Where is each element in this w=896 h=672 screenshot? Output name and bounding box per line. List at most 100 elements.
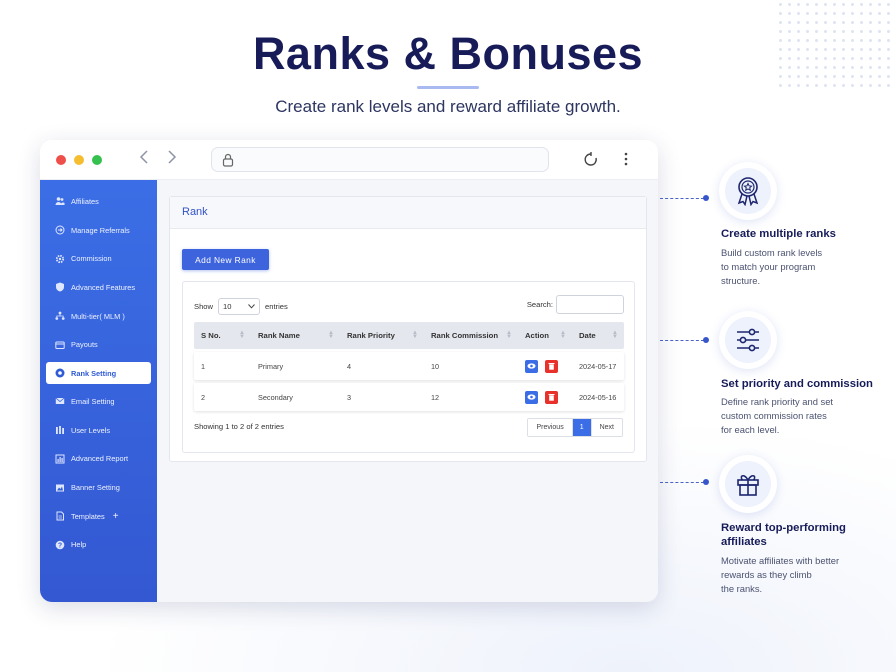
svg-text:?: ? bbox=[58, 543, 62, 550]
cell-sno: 1 bbox=[201, 361, 206, 371]
address-bar[interactable] bbox=[211, 147, 549, 172]
sidebar-item-label: Manage Referrals bbox=[71, 225, 130, 235]
delete-button[interactable] bbox=[545, 359, 558, 373]
help-icon: ? bbox=[55, 540, 65, 550]
sidebar-item-label: Help bbox=[71, 540, 87, 550]
close-window-button[interactable] bbox=[56, 154, 66, 165]
feature-icon-ranks bbox=[719, 162, 777, 220]
cell-date: 2024-05-16 bbox=[579, 392, 617, 402]
sidebar-item-manage-referrals[interactable]: Manage Referrals bbox=[40, 216, 157, 245]
sidebar-item-rank-setting[interactable]: Rank Setting bbox=[46, 362, 151, 385]
table-row: 1 Primary 4 10 2024-05-17 bbox=[194, 352, 624, 380]
sliders-icon bbox=[737, 328, 759, 352]
pagination: Previous 1 Next bbox=[527, 418, 623, 437]
page-1-button[interactable]: 1 bbox=[571, 419, 591, 436]
sidebar-item-help[interactable]: ? Help bbox=[40, 531, 157, 560]
table-row: 2 Secondary 3 12 2024-05-16 bbox=[194, 383, 624, 411]
sidebar-item-label: Advanced Features bbox=[71, 282, 136, 292]
sort-icon: ▲ ▼ bbox=[506, 330, 512, 340]
sidebar-item-label: Multi-tier( MLM ) bbox=[71, 311, 125, 321]
next-page-button[interactable]: Next bbox=[590, 419, 622, 436]
sidebar-item-banner-setting[interactable]: Banner Setting bbox=[40, 473, 157, 502]
sidebar-item-label: User Levels bbox=[71, 425, 111, 435]
view-button[interactable] bbox=[525, 359, 538, 373]
sidebar-item-payouts[interactable]: Payouts bbox=[40, 330, 157, 359]
reload-icon[interactable] bbox=[583, 151, 599, 167]
wallet-icon bbox=[55, 340, 65, 350]
cell-date: 2024-05-17 bbox=[579, 361, 617, 371]
entries-select[interactable]: 10 bbox=[218, 298, 260, 315]
column-header-rank-priority[interactable]: Rank Priority ▲ ▼ bbox=[340, 322, 424, 349]
feature-title: Reward top-performing affiliates bbox=[721, 522, 846, 548]
maximize-window-button[interactable] bbox=[92, 154, 102, 165]
sidebar-item-affiliates[interactable]: Affiliates bbox=[40, 187, 157, 216]
badge-star-icon bbox=[737, 177, 759, 206]
delete-button[interactable] bbox=[545, 390, 558, 404]
connector-line bbox=[660, 482, 704, 483]
eye-icon bbox=[527, 363, 536, 369]
feature-description: Motivate affiliates with better rewards … bbox=[721, 555, 840, 594]
sidebar-item-email-setting[interactable]: Email Setting bbox=[40, 387, 157, 416]
shield-icon bbox=[55, 282, 65, 292]
sidebar-item-label: Templates bbox=[71, 511, 105, 521]
view-button[interactable] bbox=[525, 390, 538, 404]
column-header-date[interactable]: Date ▲ ▼ bbox=[572, 322, 624, 349]
sidebar-item-user-levels[interactable]: User Levels bbox=[40, 416, 157, 445]
users-icon bbox=[55, 196, 65, 206]
sidebar-item-label: Affiliates bbox=[71, 196, 99, 206]
sidebar-item-commission[interactable]: Commission bbox=[40, 244, 157, 273]
connector-line bbox=[660, 340, 704, 341]
showing-entries-text: Showing 1 to 2 of 2 entries bbox=[194, 422, 284, 431]
connector-dot bbox=[703, 337, 709, 343]
expand-plus-icon[interactable]: + bbox=[113, 511, 119, 522]
cell-action bbox=[518, 352, 572, 380]
levels-icon bbox=[55, 425, 65, 435]
entries-control: Show 10 entries bbox=[194, 298, 288, 315]
column-header-sno[interactable]: S No. ▲ ▼ bbox=[194, 322, 251, 349]
sidebar-item-label: Advanced Report bbox=[71, 454, 129, 464]
cell-rank-name: Secondary bbox=[258, 392, 293, 402]
gift-icon bbox=[737, 475, 759, 496]
sidebar-item-advanced-features[interactable]: Advanced Features bbox=[40, 273, 157, 302]
more-options-icon[interactable] bbox=[618, 151, 634, 167]
column-header-action[interactable]: Action ▲ ▼ bbox=[518, 322, 572, 349]
previous-page-button[interactable]: Previous bbox=[528, 419, 572, 436]
hero-subtitle: Create rank levels and reward affiliate … bbox=[275, 97, 621, 116]
sidebar-item-label: Banner Setting bbox=[71, 483, 120, 493]
search-label: Search: bbox=[526, 300, 553, 309]
feature-description: Build custom rank levels to match your p… bbox=[721, 247, 823, 286]
hero-underline bbox=[417, 86, 479, 89]
cell-rank-priority: 4 bbox=[347, 361, 352, 371]
cell-rank-commission: 12 bbox=[431, 392, 440, 402]
connector-dot bbox=[703, 195, 709, 201]
eye-icon bbox=[527, 394, 536, 400]
cell-rank-commission: 10 bbox=[431, 361, 440, 371]
forward-arrow-icon[interactable] bbox=[164, 150, 180, 168]
back-arrow-icon[interactable] bbox=[136, 150, 152, 168]
hero-title: Ranks & Bonuses bbox=[252, 28, 644, 79]
sidebar-item-advanced-report[interactable]: Advanced Report bbox=[40, 445, 157, 474]
cell-action bbox=[518, 383, 572, 411]
gear-icon bbox=[55, 254, 65, 264]
sidebar-item-templates[interactable]: Templates + bbox=[40, 502, 157, 531]
search-input[interactable] bbox=[556, 295, 624, 314]
sort-icon: ▲ ▼ bbox=[239, 330, 245, 340]
sidebar-item-multi-tier-mlm[interactable]: Multi-tier( MLM ) bbox=[40, 302, 157, 331]
chevron-down-icon bbox=[248, 304, 255, 309]
browser-titlebar bbox=[40, 140, 658, 180]
report-icon bbox=[55, 454, 65, 464]
rank-icon bbox=[55, 368, 65, 378]
column-header-rank-name[interactable]: Rank Name ▲ ▼ bbox=[251, 322, 340, 349]
network-icon bbox=[55, 311, 65, 321]
sidebar: Affiliates Manage Referrals Commission Adva… bbox=[40, 180, 157, 602]
add-new-rank-button[interactable]: Add New Rank bbox=[182, 249, 269, 270]
show-label: Show bbox=[194, 302, 213, 311]
banner-icon bbox=[55, 483, 65, 493]
sort-icon: ▲ ▼ bbox=[412, 330, 418, 340]
rank-table-panel: Show 10 entries Search: S No. ▲ ▼ Rank Nam… bbox=[182, 281, 635, 453]
minimize-window-button[interactable] bbox=[74, 154, 84, 165]
feature-title: Create multiple ranks bbox=[721, 228, 836, 240]
column-header-rank-commission[interactable]: Rank Commission ▲ ▼ bbox=[424, 322, 518, 349]
main-content: Rank Add New Rank Show 10 entries Search… bbox=[157, 180, 658, 602]
sidebar-item-label: Payouts bbox=[71, 340, 98, 350]
